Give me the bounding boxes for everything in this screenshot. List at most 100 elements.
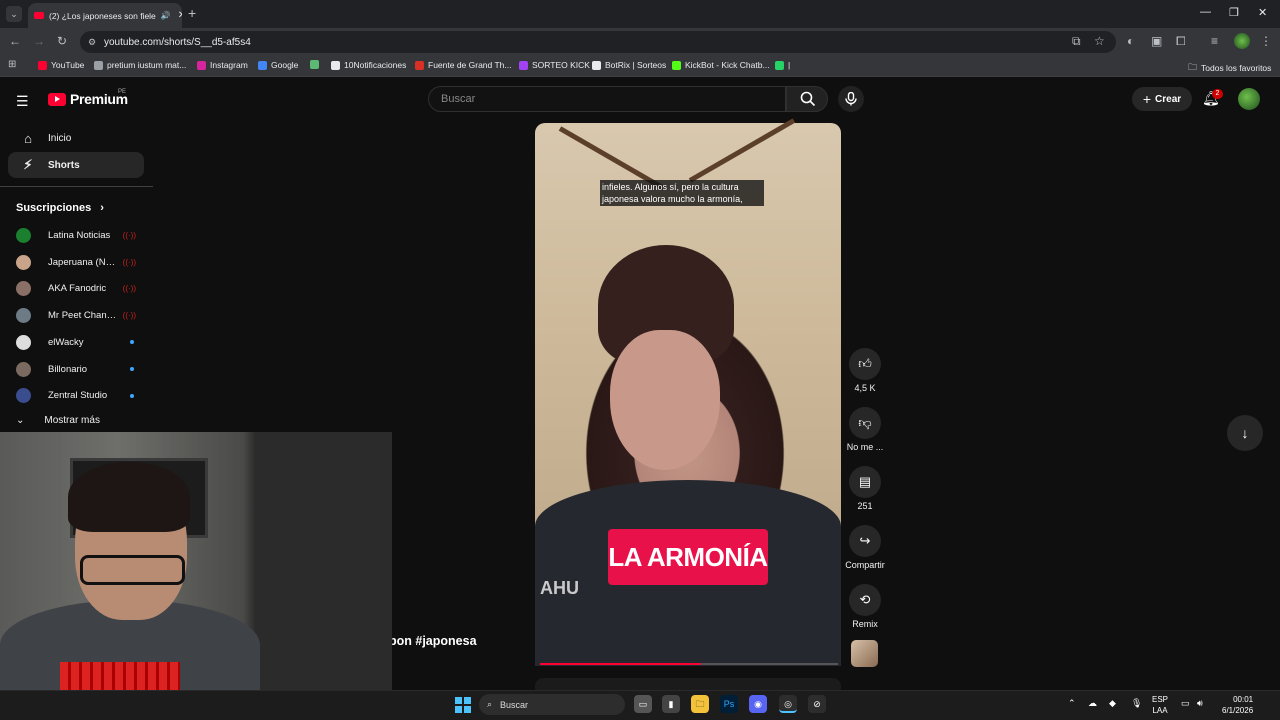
next-short-preview[interactable] [535,678,841,690]
address-bar[interactable]: ⚙ youtube.com/shorts/S__d5-af5s4 [80,31,1116,53]
sidebar-subscription-item[interactable]: Latina Noticias ((·)) [16,228,136,243]
bookmark-item[interactable]: KickBot - Kick Chatb... [672,60,770,70]
sidebar-subscription-item[interactable]: Zentral Studio [16,388,136,404]
task-view-icon[interactable]: ▭ [634,695,652,713]
youtube-premium-logo[interactable]: Premium [48,91,128,107]
tab-close-icon[interactable]: ✕ [178,10,182,21]
channel-name: AKA Fanodric [48,283,107,295]
install-app-icon[interactable]: ⧉ [1072,34,1081,49]
search-button[interactable] [786,86,828,112]
subscriptions-header[interactable]: Suscripciones › [16,202,104,214]
reading-list-icon[interactable]: ≡ [1211,34,1218,48]
channel-avatar [16,388,31,404]
comments-button[interactable]: ▤ 251 [844,466,886,511]
bookmark-item[interactable]: pretium iustum mat... [94,60,186,70]
network-icon[interactable]: ▭ [1181,698,1190,709]
webcam-accordion [60,662,180,690]
account-avatar[interactable] [1238,88,1260,110]
tray-app-icon-2[interactable]: ◆ [1109,698,1116,709]
profile-avatar[interactable] [1234,33,1250,49]
bookmark-item[interactable] [310,60,323,69]
new-content-dot [130,393,134,398]
language-indicator[interactable]: ESP LAA [1152,694,1168,716]
like-button[interactable]: 👍︎ 4,5 K [844,348,886,393]
bookmark-item[interactable]: YouTube [38,60,84,70]
reload-icon[interactable]: ↻ [57,34,67,48]
bookmark-favicon-icon [94,60,103,70]
bookmark-label: | [788,60,791,70]
new-tab-button[interactable]: + [188,5,202,21]
bookmark-label: Instagram [210,60,248,70]
app-icon[interactable]: ▮ [662,695,680,713]
share-button[interactable]: ↪ Compartir [844,525,886,570]
system-clock[interactable]: 00:01 6/1/2026 [1222,694,1253,716]
search-input[interactable]: Buscar [428,86,786,112]
webcam-person-hair [68,462,190,532]
audio-thumbnail[interactable] [851,640,878,667]
arrow-down-icon: ↓ [1241,425,1249,441]
tab-search-button[interactable]: ⌄ [6,6,22,22]
next-video-button[interactable]: ↓ [1227,415,1263,451]
browser-menu-icon[interactable]: ⋮ [1260,34,1272,48]
bookmark-label: Google [271,60,299,70]
channel-name: elWacky [48,336,84,348]
restore-button[interactable]: ❐ [1229,6,1239,19]
bookmark-favicon-icon [415,60,424,70]
region-code: PE [118,89,127,95]
tray-overflow-icon[interactable]: ⌃ [1068,698,1076,709]
video-progress-fill [540,663,701,665]
sidebar-item-home[interactable]: ⌂ Inicio [8,125,144,151]
extension-icon[interactable]: ◐ [1127,34,1134,48]
file-explorer-icon[interactable]: 🗀 [691,695,709,713]
close-window-button[interactable]: ✕ [1258,6,1267,19]
sidebar-subscription-item[interactable]: Japeruana (Nam...((·)) [16,254,136,270]
app-icon-2[interactable]: ⊘ [808,695,826,713]
sidebar-subscription-item[interactable]: elWacky [16,334,136,350]
sidebar-subscription-item[interactable]: AKA Fanodric ((·)) [16,281,136,297]
photoshop-icon[interactable]: Ps [720,695,738,713]
site-info-icon[interactable]: ⚙ [88,37,96,48]
bookmark-star-icon[interactable]: ☆ [1094,34,1105,48]
active-tab[interactable]: (2) ¿Los japoneses son fiele 🔊 ✕ [28,3,182,28]
volume-icon[interactable]: 🔊︎ [1197,698,1203,709]
bookmark-item[interactable]: 10Notificaciones [331,60,406,70]
bookmark-item[interactable]: Fuente de Grand Th... [415,60,511,70]
apps-grid-icon[interactable]: ⊞ [8,59,16,70]
microphone-tray-icon[interactable]: 🎙︎ [1131,698,1142,709]
thumbs-up-icon: 👍︎ [849,348,881,380]
extensions-puzzle-icon[interactable]: ⧠ [1176,34,1186,49]
tray-app-icon[interactable]: ☁ [1088,698,1097,709]
discord-icon[interactable]: ◉ [749,695,767,713]
extension-2-icon[interactable]: ▣ [1151,34,1162,48]
forward-icon[interactable]: → [33,34,45,48]
sidebar-item-shorts[interactable]: ⚡︎ Shorts [8,152,144,178]
windows-start-icon[interactable] [455,697,471,713]
chevron-down-icon: ⌄ [16,415,25,426]
bookmark-item[interactable]: Instagram [197,60,248,70]
dislike-button[interactable]: 👎︎ No me ... [844,407,886,452]
video-title[interactable]: pon #japonesa [389,634,477,648]
channel-name: Japeruana (Nam... [48,256,119,268]
all-bookmarks-folder[interactable]: 🗀 Todos los favoritos [1188,60,1271,76]
sidebar-subscription-item[interactable]: Mr Peet Channel ((·)) [16,308,136,324]
bookmark-item[interactable]: BotRix | Sorteos [592,60,666,70]
bookmark-item[interactable]: Google [258,60,298,70]
bookmark-item[interactable]: SORTEO KICK [519,60,590,70]
share-arrow-icon: ↪ [849,525,881,557]
youtube-logo-icon [48,92,66,106]
channel-avatar [16,228,31,243]
bookmark-item[interactable]: | [775,60,790,70]
create-button[interactable]: + Crear [1132,87,1192,111]
sidebar-subscription-item[interactable]: Billonario [16,361,136,377]
voice-search-button[interactable] [838,86,864,112]
taskbar-search[interactable]: ⌕ Buscar [479,694,625,715]
back-icon[interactable]: ← [9,34,21,48]
minimize-button[interactable]: — [1200,6,1211,18]
audio-icon[interactable]: 🔊 [161,11,171,20]
show-more-button[interactable]: ⌄ Mostrar más [16,415,100,426]
channel-name: Mr Peet Channel [48,310,119,322]
chrome-icon[interactable]: ◎ [779,695,797,713]
shirt-logo: UHA [540,578,579,598]
hamburger-menu-icon[interactable]: ☰ [16,93,30,110]
remix-button[interactable]: ⟲ Remix [844,584,886,629]
